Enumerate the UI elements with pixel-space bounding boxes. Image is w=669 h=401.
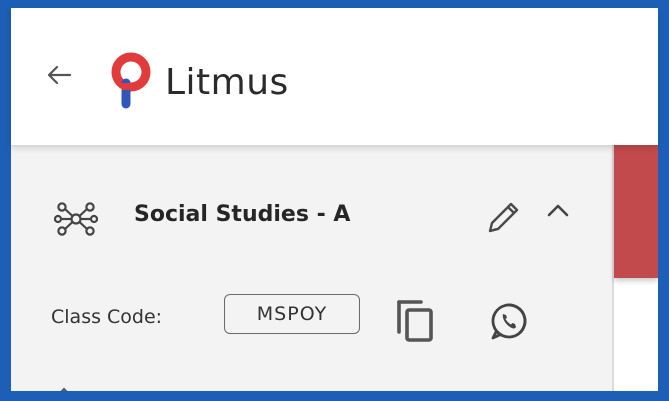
copy-icon[interactable] <box>393 294 437 344</box>
class-code-label: Class Code: <box>51 306 163 328</box>
network-nodes-icon <box>54 202 98 236</box>
class-panel <box>11 145 613 391</box>
litmus-logo-icon <box>111 52 151 109</box>
whatsapp-icon[interactable] <box>488 300 530 342</box>
brand-name: Litmus <box>165 62 289 103</box>
chevron-up-icon[interactable] <box>545 200 571 220</box>
back-arrow-icon[interactable] <box>44 60 74 90</box>
chevron-up-icon[interactable] <box>58 386 70 394</box>
pencil-icon[interactable] <box>484 197 524 237</box>
class-code-value: MSPOY <box>224 294 360 334</box>
class-name: Social Studies - A <box>134 202 351 227</box>
class-banner[interactable] <box>614 145 658 278</box>
